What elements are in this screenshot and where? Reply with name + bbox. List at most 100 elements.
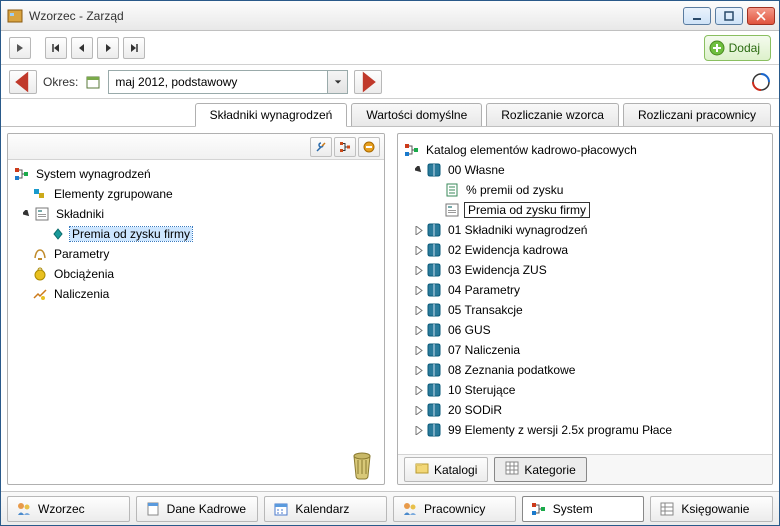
toolbar-period: Okres: maj 2012, podstawowy [1,65,779,99]
tree-node-catalog[interactable]: 03 Ewidencja ZUS [400,260,770,280]
tree-node-catalog[interactable]: 04 Parametry [400,280,770,300]
expander-closed-icon[interactable] [412,283,426,297]
toolbar-nav: Dodaj [1,31,779,65]
btab-kategorie[interactable]: Kategorie [494,457,586,482]
tree-icon[interactable] [334,137,356,157]
tree-node-catalog[interactable]: 02 Ewidencja kadrowa [400,240,770,260]
node-label: 04 Parametry [446,283,522,297]
tab-label: Składniki wynagrodzeń [210,108,333,122]
right-tree: Katalog elementów kadrowo-płacowych 00 W… [398,134,772,454]
nav-label: Pracownicy [424,502,485,516]
tree-node-catalog[interactable]: 06 GUS [400,320,770,340]
tab-label: Rozliczanie wzorca [501,108,604,122]
close-button[interactable] [747,7,775,25]
tree-node-catalog[interactable]: 20 SODiR [400,400,770,420]
node-label: Elementy zgrupowane [52,187,175,201]
expander-closed-icon[interactable] [412,243,426,257]
tree-node-premia[interactable]: Premia od zysku firmy [10,224,382,244]
tree-node-catalog[interactable]: 08 Zeznania podatkowe [400,360,770,380]
nav-system[interactable]: System [522,496,645,522]
tree-icon [531,501,547,517]
period-label: Okres: [43,75,78,89]
tree-node-obciazenia[interactable]: Obciążenia [10,264,382,284]
calendar-icon[interactable] [84,73,102,91]
btab-label: Katalogi [434,463,477,477]
maximize-button[interactable] [715,7,743,25]
tree-node-catalog[interactable]: 99 Elementy z wersji 2.5x programu Płace [400,420,770,440]
book-icon [426,342,442,358]
node-label: Parametry [52,247,111,261]
tree-node-naliczenia[interactable]: Naliczenia [10,284,382,304]
tree-node-catalog[interactable]: 05 Transakcje [400,300,770,320]
tree-node-pct-premii[interactable]: % premii od zysku [400,180,770,200]
tab-wartosci[interactable]: Wartości domyślne [351,103,482,126]
expander-open-icon[interactable] [20,207,34,221]
book-icon [426,362,442,378]
tree-node-catalog-root[interactable]: Katalog elementów kadrowo-płacowych [400,140,770,160]
tree-node-catalog[interactable]: 10 Sterujące [400,380,770,400]
tree-node-parametry[interactable]: Parametry [10,244,382,264]
refresh-icon[interactable] [751,72,771,92]
window-title: Wzorzec - Zarząd [29,9,683,23]
nav-wzorzec[interactable]: Wzorzec [7,496,130,522]
expander-closed-icon[interactable] [412,403,426,417]
add-button[interactable]: Dodaj [704,35,771,61]
expander-closed-icon[interactable] [412,303,426,317]
nav-label: System [553,502,593,516]
first-button[interactable] [45,37,67,59]
period-next-button[interactable] [354,70,382,94]
ledger-icon [659,501,675,517]
last-button[interactable] [123,37,145,59]
minimize-button[interactable] [683,7,711,25]
btab-katalogi[interactable]: Katalogi [404,457,488,482]
expander-closed-icon[interactable] [412,223,426,237]
book-icon [426,322,442,338]
node-label: 10 Sterujące [446,383,517,397]
nav-ksiegowanie[interactable]: Księgowanie [650,496,773,522]
nav-label: Dane Kadrowe [167,502,246,516]
tree-node-premia-right[interactable]: Premia od zysku firmy [400,200,770,220]
expander-closed-icon[interactable] [412,263,426,277]
book-icon [426,242,442,258]
tree-root-icon [404,142,420,158]
nav-dane[interactable]: Dane Kadrowe [136,496,259,522]
next-button[interactable] [97,37,119,59]
period-select[interactable]: maj 2012, podstawowy [108,70,348,94]
people-icon [402,501,418,517]
tree-node-catalog[interactable]: 07 Naliczenia [400,340,770,360]
tab-rozliczanie[interactable]: Rozliczanie wzorca [486,103,619,126]
tree-node-catalog[interactable]: 01 Składniki wynagrodzeń [400,220,770,240]
nav-pracownicy[interactable]: Pracownicy [393,496,516,522]
book-icon [426,402,442,418]
node-label: 99 Elementy z wersji 2.5x programu Płace [446,423,674,437]
tab-skladniki[interactable]: Składniki wynagrodzeń [195,103,348,127]
nav-kalendarz[interactable]: Kalendarz [264,496,387,522]
content-area: System wynagrodzeń Elementy zgrupowane S… [1,127,779,491]
tools-icon[interactable] [310,137,332,157]
remove-icon[interactable] [358,137,380,157]
nav-label: Kalendarz [295,502,349,516]
tab-label: Rozliczani pracownicy [638,108,756,122]
tree-node-skladniki[interactable]: Składniki [10,204,382,224]
play-button[interactable] [9,37,31,59]
node-label: 05 Transakcje [446,303,525,317]
tab-pracownicy[interactable]: Rozliczani pracownicy [623,103,771,126]
app-window: Wzorzec - Zarząd Dodaj Okres: maj 2012, … [0,0,780,526]
book-icon [426,302,442,318]
expander-closed-icon[interactable] [412,323,426,337]
expander-open-icon[interactable] [412,163,426,177]
prev-button[interactable] [71,37,93,59]
node-label: Premia od zysku firmy [70,227,192,241]
trash-icon[interactable] [348,448,376,480]
expander-closed-icon[interactable] [412,363,426,377]
period-prev-button[interactable] [9,70,37,94]
expander-closed-icon[interactable] [412,343,426,357]
expander-closed-icon[interactable] [412,383,426,397]
main-tabs: Składniki wynagrodzeń Wartości domyślne … [1,99,779,127]
tree-node-wlasne[interactable]: 00 Własne [400,160,770,180]
book-icon [426,382,442,398]
tree-node-root[interactable]: System wynagrodzeń [10,164,382,184]
dropdown-icon[interactable] [327,71,347,93]
expander-closed-icon[interactable] [412,423,426,437]
tree-node-elementy[interactable]: Elementy zgrupowane [10,184,382,204]
